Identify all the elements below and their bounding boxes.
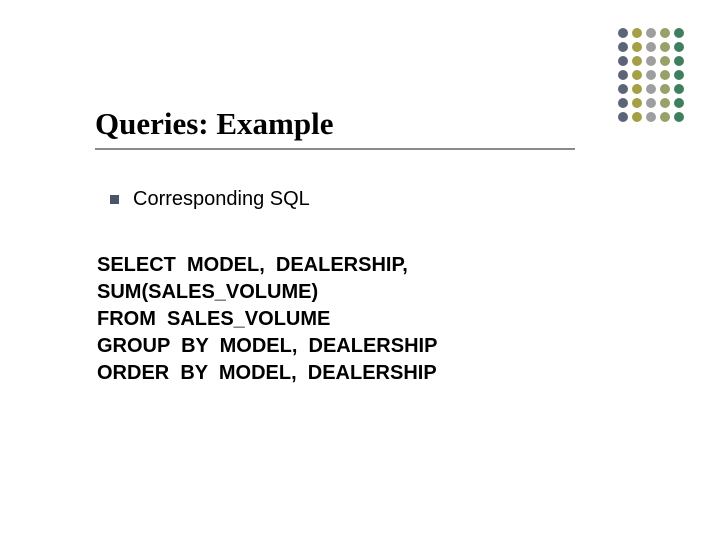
dot-icon bbox=[646, 112, 656, 122]
dot-icon bbox=[660, 98, 670, 108]
dot-icon bbox=[632, 28, 642, 38]
square-bullet-icon bbox=[110, 195, 119, 204]
slide: Queries: Example Corresponding SQL SELEC… bbox=[0, 0, 720, 540]
dot-icon bbox=[632, 112, 642, 122]
dot-icon bbox=[618, 84, 628, 94]
title-block: Queries: Example bbox=[95, 106, 595, 150]
dot-icon bbox=[618, 70, 628, 80]
dot-icon bbox=[660, 56, 670, 66]
dot-icon bbox=[674, 42, 684, 52]
slide-title: Queries: Example bbox=[95, 106, 595, 146]
dot-icon bbox=[632, 56, 642, 66]
dot-icon bbox=[632, 70, 642, 80]
bullet-text: Corresponding SQL bbox=[133, 188, 310, 211]
dot-icon bbox=[674, 28, 684, 38]
dot-icon bbox=[618, 56, 628, 66]
dot-icon bbox=[674, 56, 684, 66]
dot-icon bbox=[660, 112, 670, 122]
dot-icon bbox=[674, 112, 684, 122]
dot-icon bbox=[674, 84, 684, 94]
dot-icon bbox=[646, 84, 656, 94]
dot-icon bbox=[646, 56, 656, 66]
dot-icon bbox=[632, 98, 642, 108]
dot-icon bbox=[632, 84, 642, 94]
dot-icon bbox=[646, 98, 656, 108]
dot-icon bbox=[632, 42, 642, 52]
dot-icon bbox=[618, 112, 628, 122]
dot-icon bbox=[646, 42, 656, 52]
dot-icon bbox=[646, 28, 656, 38]
dot-icon bbox=[618, 28, 628, 38]
sql-code-block: SELECT MODEL, DEALERSHIP, SUM(SALES_VOLU… bbox=[97, 252, 437, 387]
dot-icon bbox=[646, 70, 656, 80]
dot-icon bbox=[660, 42, 670, 52]
dot-icon bbox=[618, 98, 628, 108]
dot-icon bbox=[660, 70, 670, 80]
dot-icon bbox=[618, 42, 628, 52]
title-underline bbox=[95, 148, 575, 150]
dot-icon bbox=[660, 28, 670, 38]
bullet-item: Corresponding SQL bbox=[110, 188, 310, 211]
dot-icon bbox=[660, 84, 670, 94]
dot-icon bbox=[674, 98, 684, 108]
dot-icon bbox=[674, 70, 684, 80]
decor-dot-grid bbox=[618, 28, 686, 124]
